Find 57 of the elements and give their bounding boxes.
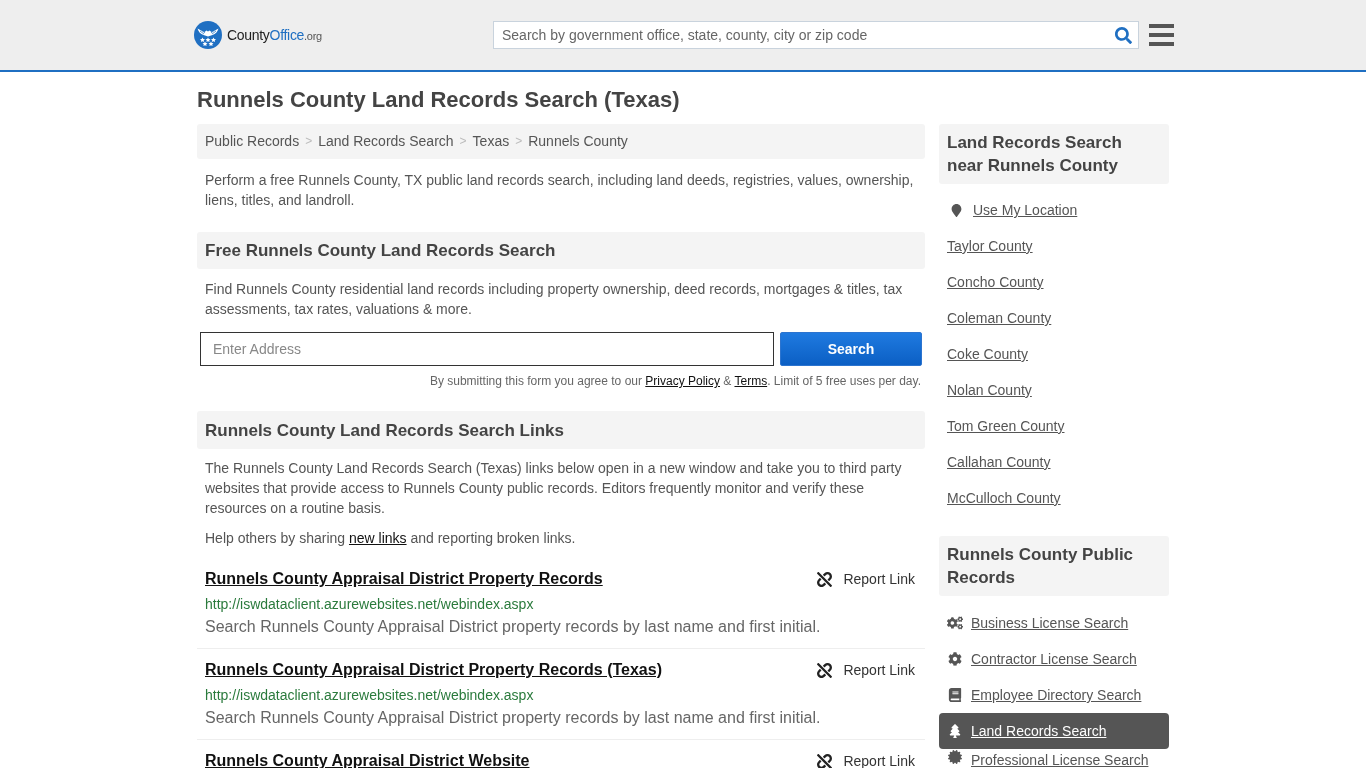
county-link[interactable]: McCulloch County xyxy=(939,480,1169,516)
breadcrumb-link[interactable]: Public Records xyxy=(205,132,300,151)
sidebar-item[interactable]: Land Records Search xyxy=(939,713,1169,749)
breadcrumb-link[interactable]: Runnels County xyxy=(528,132,628,151)
county-link[interactable]: Coke County xyxy=(939,336,1169,372)
badge-icon xyxy=(948,750,962,764)
county-link[interactable]: Nolan County xyxy=(939,372,1169,408)
resource-url: http://iswdataclient.azurewebsites.net/webindex.aspx xyxy=(205,686,535,704)
address-field[interactable]: Enter Address xyxy=(200,332,774,366)
sidebar-item[interactable]: Business License Search xyxy=(939,605,1169,641)
book-icon xyxy=(948,688,962,702)
page-title: Runnels County Land Records Search (Texas) xyxy=(197,86,681,114)
logo-icon xyxy=(194,21,222,49)
report-link[interactable]: Report Link xyxy=(817,660,915,680)
section-text: Find Runnels County residential land records including property ownership, deed records, mortgages & titles, tax assessments, tax rates, valuations & more. xyxy=(204,280,904,319)
disclaimer-link[interactable]: Privacy Policy xyxy=(645,374,720,388)
broken-chain-icon xyxy=(817,753,833,768)
resource-url: http://iswdataclient.azurewebsites.net/webindex.aspx xyxy=(205,595,535,613)
resource-description: Search Runnels County Appraisal District property records by last name and first initial. xyxy=(205,617,822,637)
sidebar-item[interactable]: Contractor License Search xyxy=(939,641,1169,677)
gears-icon xyxy=(947,615,963,631)
use-location-link[interactable]: Use My Location xyxy=(939,192,1169,228)
county-link[interactable]: Coleman County xyxy=(939,300,1169,336)
map-pin-icon xyxy=(950,203,963,217)
report-link[interactable]: Report Link xyxy=(817,569,915,589)
breadcrumb-separator: > xyxy=(305,133,313,150)
section-heading: Free Runnels County Land Records Search xyxy=(197,232,925,269)
report-link[interactable]: Report Link xyxy=(817,751,915,768)
broken-chain-icon xyxy=(817,571,833,587)
county-link[interactable]: Callahan County xyxy=(939,444,1169,480)
new-links-link[interactable]: new links xyxy=(348,530,407,546)
menu-button[interactable] xyxy=(1149,24,1174,46)
help-text: Help others by sharing new links and reporting broken links. xyxy=(204,529,577,548)
menu-icon xyxy=(1149,24,1174,46)
gear-icon xyxy=(948,652,962,666)
intro-text: Perform a free Runnels County, TX public land records search, including land deeds, registries, values, ownership, liens, titles, and landroll. xyxy=(204,171,915,210)
section-heading: Runnels County Land Records Search Links xyxy=(197,411,925,449)
resource-description: Search Runnels County Appraisal District property records by last name and first initial. xyxy=(205,708,822,728)
county-link[interactable]: Taylor County xyxy=(939,228,1169,264)
broken-chain-icon xyxy=(817,662,833,678)
sidebar-item[interactable]: Employee Directory Search xyxy=(939,677,1169,713)
section-text: The Runnels County Land Records Search (Texas) links below open in a new window and take you to third party websites that provide access to Runnels County public records. Editors frequently monitor and verify these resources on a routine basis. xyxy=(204,459,903,518)
tree-icon xyxy=(948,724,962,738)
form-disclaimer: By submitting this form you agree to our Privacy Policy & Terms. Limit of 5 free uses per day. xyxy=(428,373,922,389)
resource-link[interactable]: Runnels County Appraisal District Property Records (Texas) xyxy=(205,660,662,680)
breadcrumb-link[interactable]: Land Records Search xyxy=(318,132,454,151)
sidebar-heading: Land Records Search near Runnels County xyxy=(939,124,1169,184)
sidebar-item[interactable]: Professional License Search xyxy=(939,749,1169,768)
breadcrumb-separator: > xyxy=(515,133,523,150)
breadcrumb-link[interactable]: Texas xyxy=(472,132,510,151)
logo-text[interactable]: CountyOffice.org xyxy=(227,27,322,43)
sidebar-heading: Runnels County Public Records xyxy=(939,536,1169,596)
breadcrumb-separator: > xyxy=(459,133,467,150)
county-link[interactable]: Tom Green County xyxy=(939,408,1169,444)
resource-link[interactable]: Runnels County Appraisal District Property Records xyxy=(205,569,603,589)
search-submit-button[interactable]: Search xyxy=(780,332,922,366)
county-link[interactable]: Concho County xyxy=(939,264,1169,300)
